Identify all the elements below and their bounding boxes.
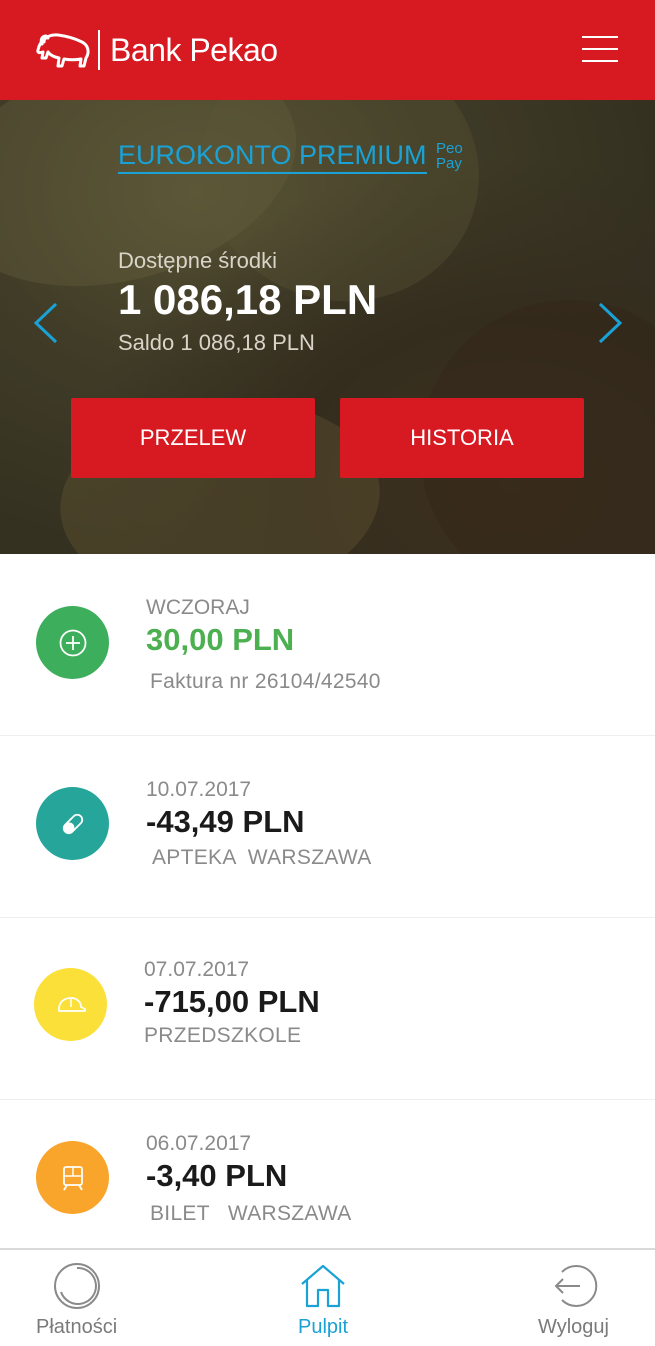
payments-icon (53, 1263, 100, 1309)
peopay-badge: Peo Pay (436, 141, 463, 171)
peopay-badge-line2: Pay (436, 155, 462, 172)
nav-label-logout: Wyloguj (538, 1316, 609, 1338)
transaction-category-icon (34, 968, 107, 1041)
transaction-date: WCZORAJ (146, 596, 250, 619)
available-funds-label: Dostępne środki (118, 248, 277, 273)
transaction-date: 06.07.2017 (146, 1132, 252, 1155)
transaction-description: PRZEDSZKOLE (144, 1024, 302, 1047)
transaction-date: 10.07.2017 (146, 778, 252, 801)
transaction-description: Faktura nr 26104/42540 (150, 670, 381, 693)
nav-item-logout[interactable]: Wyloguj (538, 1262, 609, 1339)
hamburger-menu-icon (582, 60, 618, 62)
menu-button[interactable] (578, 32, 622, 66)
transaction-category-icon (36, 1141, 109, 1214)
hamburger-menu-icon (582, 48, 618, 50)
balance-text: Saldo 1 086,18 PLN (118, 330, 315, 355)
available-funds-amount: 1 086,18 PLN (118, 276, 378, 323)
history-button[interactable]: HISTORIA (340, 398, 584, 478)
transaction-amount: 30,00 PLN (146, 622, 295, 657)
transaction-date: 07.07.2017 (144, 958, 250, 981)
train-icon (62, 1165, 83, 1190)
logo-divider (98, 30, 100, 70)
peopay-badge-line1: Peo (436, 140, 463, 157)
nav-label-payments: Płatności (36, 1316, 118, 1338)
nav-item-dashboard[interactable]: Pulpit (298, 1262, 348, 1339)
transaction-row[interactable]: 10.07.2017 -43,49 PLN APTEKA WARSZAWA (0, 736, 655, 918)
hamburger-menu-icon (582, 36, 618, 38)
transaction-description: APTEKA WARSZAWA (152, 846, 372, 869)
logout-icon (555, 1265, 598, 1307)
bottom-navigation: Płatności Pulpit Wyloguj (0, 1248, 655, 1346)
plus-circle-icon (59, 629, 86, 656)
transaction-amount: -3,40 PLN (146, 1158, 288, 1193)
transaction-category-icon (36, 606, 109, 679)
pill-icon (62, 813, 83, 834)
chevron-right-icon[interactable] (592, 300, 626, 346)
transaction-amount: -715,00 PLN (144, 984, 320, 1019)
nav-label-dashboard: Pulpit (298, 1316, 349, 1338)
cap-icon (57, 996, 86, 1012)
transaction-amount: -43,49 PLN (146, 804, 305, 839)
transfer-button[interactable]: PRZELEW (71, 398, 315, 478)
bank-logo: Bank Pekao (34, 28, 278, 72)
nav-item-payments[interactable]: Płatności (36, 1262, 117, 1339)
chevron-left-icon[interactable] (30, 300, 64, 346)
home-icon (301, 1264, 345, 1308)
account-summary-card: EUROKONTO PREMIUM Peo Pay Dostępne środk… (0, 100, 655, 554)
account-name-link[interactable]: EUROKONTO PREMIUM (118, 140, 427, 174)
brand-name: Bank Pekao (110, 31, 278, 68)
bison-logo-icon (36, 33, 90, 68)
app-header: Bank Pekao (0, 0, 655, 100)
transaction-row[interactable]: WCZORAJ 30,00 PLN Faktura nr 26104/42540 (0, 554, 655, 736)
transaction-row[interactable]: 07.07.2017 -715,00 PLN PRZEDSZKOLE (0, 918, 655, 1100)
transaction-description: BILET WARSZAWA (150, 1202, 352, 1225)
transaction-category-icon (36, 787, 109, 860)
